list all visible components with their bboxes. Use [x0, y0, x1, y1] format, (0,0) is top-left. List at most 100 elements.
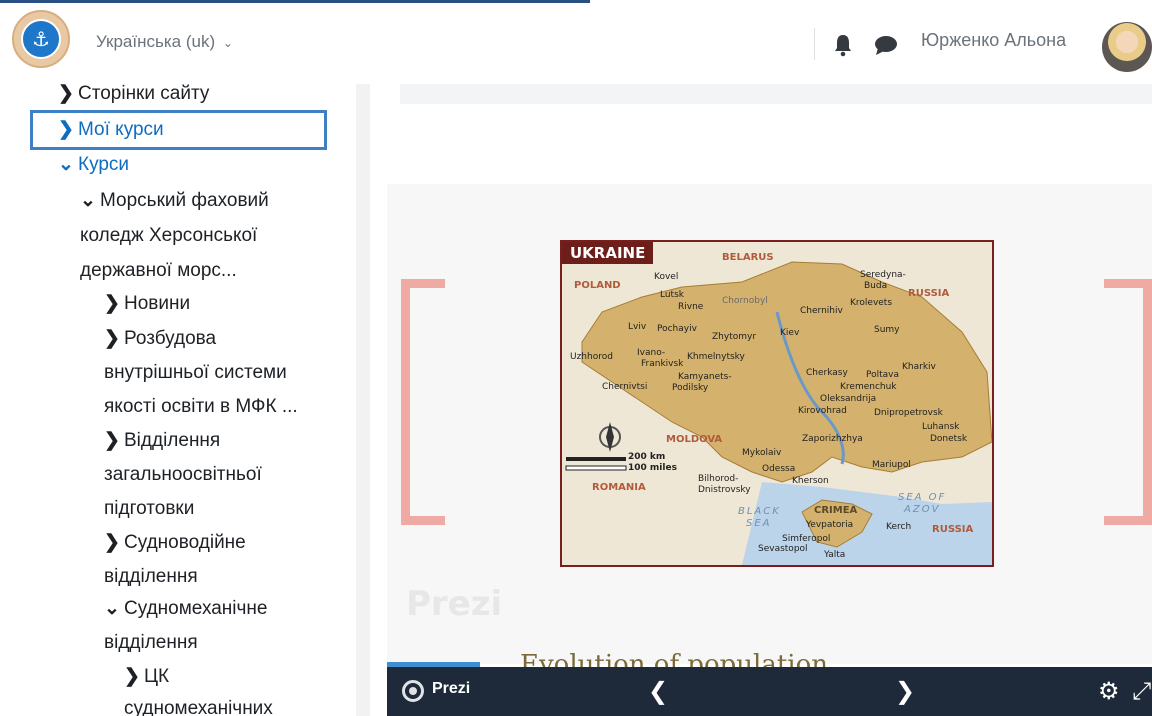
map-label: Kherson	[792, 476, 829, 486]
map-label: Lutsk	[660, 290, 684, 300]
bell-icon[interactable]	[832, 33, 854, 57]
nav-item-label: Морський фаховий	[100, 190, 269, 211]
language-label: Українська (uk)	[96, 32, 216, 51]
prezi-control-bar: Prezi ❮ ❯ ⚙ ⤢	[387, 667, 1152, 716]
prev-slide-button[interactable]: ❮	[648, 676, 668, 706]
prezi-frame-top	[387, 152, 735, 184]
course-index-drawer: ❯ Сторінки сайту ❯ Мої курси ⌄ Курси ⌄ Морсь…	[0, 84, 369, 716]
drawer-scrollbar[interactable]	[356, 84, 370, 716]
map-label: BLACK	[738, 506, 781, 517]
map-label: Kerch	[886, 522, 912, 532]
map-label: AZOV	[904, 504, 941, 515]
content-header-band	[400, 84, 1152, 104]
map-label: Mariupol	[872, 460, 911, 470]
map-label: Yalta	[824, 550, 846, 560]
ukraine-map-image: UKRAINE BELARUS POLAND RUSSIA MOLDOVA RO…	[560, 240, 994, 567]
nav-item-label: Курси	[78, 154, 130, 175]
map-label: Seredyna-	[860, 270, 906, 280]
map-label: POLAND	[574, 280, 621, 291]
top-navbar: ⚓ Українська (uk) ⌄ Юрженко Альона	[0, 0, 1152, 84]
map-label: Yevpatoria	[806, 520, 854, 530]
map-label: Chornobyl	[722, 296, 768, 306]
page-loading-bar	[0, 0, 590, 3]
nav-item-label: Новини	[124, 293, 191, 314]
fullscreen-icon[interactable]: ⤢	[1132, 676, 1151, 706]
main-content: UKRAINE BELARUS POLAND RUSSIA MOLDOVA RO…	[370, 84, 1152, 716]
chevron-right-icon: ❯	[104, 328, 120, 349]
map-label: Kamyanets-	[678, 372, 732, 382]
map-label: Odessa	[762, 464, 796, 474]
language-selector[interactable]: Українська (uk) ⌄	[96, 32, 233, 52]
nav-item-label: ЦК	[144, 666, 170, 687]
prezi-logo-icon[interactable]	[402, 680, 424, 702]
nav-item-college-line2[interactable]: коледж Херсонської	[80, 219, 257, 253]
map-title: UKRAINE	[562, 242, 654, 264]
nav-item-ck-line2[interactable]: судномеханічних	[124, 692, 273, 716]
map-label: Kiev	[780, 328, 800, 338]
nav-item-quality-line2[interactable]: внутрішньої системи	[104, 356, 287, 390]
map-label: Lviv	[628, 322, 647, 332]
nav-item-ck[interactable]: ❯ ЦК	[124, 660, 169, 694]
map-label: SEA OF	[898, 492, 947, 503]
map-label: Mykolaiv	[742, 448, 782, 458]
settings-icon[interactable]: ⚙	[1098, 676, 1120, 706]
chevron-down-icon: ⌄	[58, 154, 74, 175]
avatar[interactable]	[1102, 22, 1152, 72]
chat-icon[interactable]	[873, 34, 899, 56]
map-label: Sumy	[874, 325, 900, 335]
map-label: SEA	[746, 518, 772, 529]
nav-item-navigation-dept[interactable]: ❯ Судноводійне	[104, 526, 246, 560]
map-label: CRIMEA	[814, 505, 858, 516]
map-label: BELARUS	[722, 252, 774, 263]
map-label: Podilsky	[672, 383, 709, 393]
prezi-watermark: Prezi	[406, 584, 503, 624]
nav-item-site-pages[interactable]: ❯ Сторінки сайту	[58, 84, 209, 111]
nav-item-my-courses[interactable]: ❯ Мої курси	[58, 113, 164, 147]
map-label: Kovel	[654, 272, 679, 282]
next-slide-button[interactable]: ❯	[895, 676, 915, 706]
nav-item-general-dept[interactable]: ❯ Відділення	[104, 424, 220, 458]
map-label: Zaporizhzhya	[802, 434, 863, 444]
site-logo[interactable]: ⚓	[12, 10, 70, 68]
nav-item-quality-line3[interactable]: якості освіти в МФК ...	[104, 390, 298, 424]
map-label: Cherkasy	[806, 368, 848, 378]
logo-emblem-icon: ⚓	[21, 19, 61, 59]
map-label: Bilhorod-	[698, 474, 739, 484]
nav-item-label: Мої курси	[78, 119, 164, 140]
nav-item-mechanical-dept[interactable]: ⌄ Судномеханічне	[104, 592, 267, 626]
map-label: Krolevets	[850, 298, 893, 308]
map-label: Simferopol	[782, 534, 831, 544]
nav-item-general-dept-line2[interactable]: загальноосвітньої	[104, 458, 262, 492]
slide-bracket-left	[401, 279, 445, 525]
nav-item-college-line3[interactable]: державної морс...	[80, 254, 237, 288]
nav-item-college[interactable]: ⌄ Морський фаховий	[80, 184, 269, 218]
map-label: Buda	[864, 281, 888, 291]
user-name[interactable]: Юрженко Альона	[921, 30, 1066, 51]
navbar-divider	[814, 28, 815, 60]
map-label: Donetsk	[930, 434, 968, 444]
map-label: RUSSIA	[932, 524, 974, 535]
nav-item-news[interactable]: ❯ Новини	[104, 287, 190, 321]
chevron-right-icon: ❯	[104, 430, 120, 451]
nav-item-label: Відділення	[124, 430, 221, 451]
map-label: Kremenchuk	[840, 382, 897, 392]
map-label: Zhytomyr	[712, 332, 757, 342]
anchor-icon: ⚓	[32, 27, 50, 51]
map-label: Ivano-	[637, 348, 666, 358]
nav-item-quality[interactable]: ❯ Розбудова	[104, 322, 216, 356]
map-label: Rivne	[678, 302, 704, 312]
map-label: Sevastopol	[758, 544, 808, 554]
prezi-brand-label[interactable]: Prezi	[432, 680, 470, 698]
slide-bracket-right	[1104, 279, 1152, 525]
map-label: RUSSIA	[908, 288, 950, 299]
nav-item-general-dept-line3[interactable]: підготовки	[104, 492, 194, 526]
nav-item-courses[interactable]: ⌄ Курси	[58, 148, 129, 182]
map-label: ROMANIA	[592, 482, 646, 493]
map-label: Dnistrovsky	[698, 485, 751, 495]
map-label: Khmelnytsky	[687, 352, 745, 362]
nav-item-navigation-dept-line2[interactable]: відділення	[104, 560, 198, 594]
map-label: Kirovohrad	[798, 406, 847, 416]
nav-item-mechanical-dept-line2[interactable]: відділення	[104, 626, 198, 660]
map-label: Uzhhorod	[570, 352, 613, 362]
map-label: Kharkiv	[902, 362, 936, 372]
